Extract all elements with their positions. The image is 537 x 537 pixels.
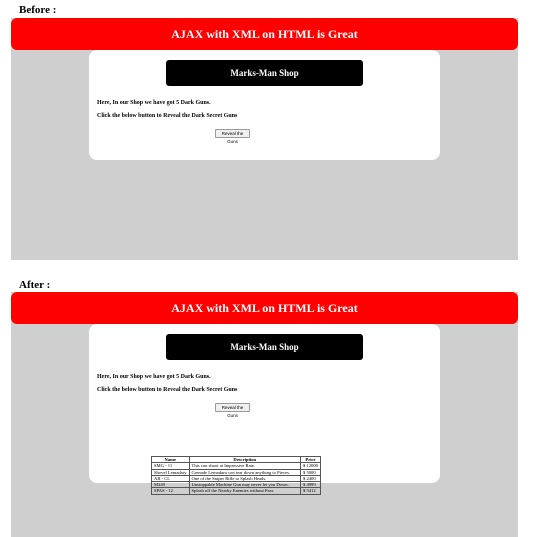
guns-table: Name Description Price SMG - 11 This con… (151, 455, 321, 495)
gun-description-cell: Unstoppable Machine Gun may never let yo… (188, 481, 302, 489)
after-label: After : (19, 279, 51, 291)
shop-card: Marks-Man Shop Here, In our Shop we have… (89, 50, 440, 160)
intro-text: Here, In our Shop we have got 5 Dark Gun… (97, 100, 211, 106)
intro-text: Here, In our Shop we have got 5 Dark Gun… (97, 374, 211, 380)
before-browser-viewport: AJAX with XML on HTML is Great Marks-Man… (11, 18, 518, 260)
reveal-guns-button[interactable]: Reveal the Guns (215, 129, 250, 144)
instruction-text: Click the below button to Reveal the Dar… (97, 113, 238, 119)
header-banner: AJAX with XML on HTML is Great (11, 292, 518, 324)
gun-price-cell: $ 12000 (300, 462, 321, 470)
before-label: Before : (19, 4, 57, 16)
gun-description-cell: Grenade Lemadaru con tear down anything … (188, 468, 302, 476)
table-row: SPAS - 12 Splash off the Nearby Enemies … (151, 487, 321, 495)
gun-description-cell: Splash off the Nearby Enemies without Fe… (188, 487, 302, 495)
gun-name-cell: SPAS - 12 (151, 487, 190, 495)
shop-card: Marks-Man Shop Here, In our Shop we have… (89, 324, 440, 495)
shop-title: Marks-Man Shop (166, 60, 363, 86)
gun-price-cell: $ 5412 (300, 487, 321, 495)
instruction-text: Click the below button to Reveal the Dar… (97, 387, 238, 393)
reveal-guns-button[interactable]: Reveal the Guns (215, 403, 250, 418)
gun-name-cell: Shovel Lemadary (151, 468, 190, 476)
shop-title: Marks-Man Shop (166, 334, 363, 360)
header-banner: AJAX with XML on HTML is Great (11, 18, 518, 50)
after-browser-viewport: AJAX with XML on HTML is Great Marks-Man… (11, 292, 518, 537)
